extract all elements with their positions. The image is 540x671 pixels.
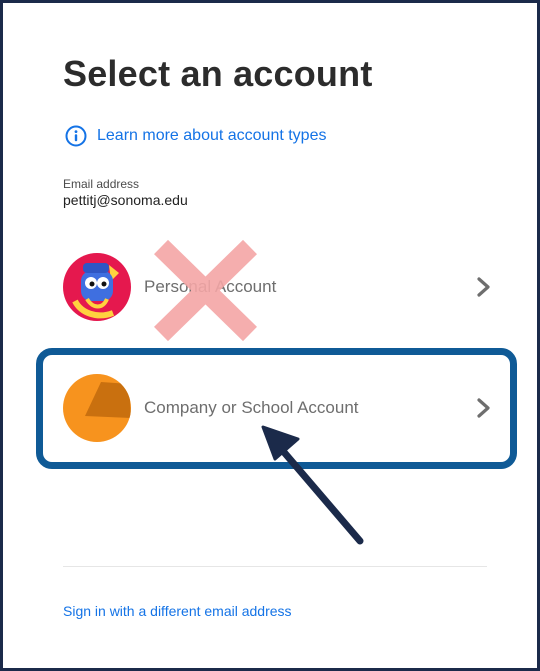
learn-more-link[interactable]: Learn more about account types [65,125,326,147]
chevron-right-icon [477,277,490,297]
cartoon-avatar-icon [63,253,131,321]
divider [63,566,487,567]
org-avatar-icon [63,374,131,442]
dialog-frame: Select an account Learn more about accou… [0,0,540,671]
learn-more-text: Learn more about account types [97,127,327,144]
personal-avatar [63,253,131,321]
email-value: pettitj@sonoma.edu [63,192,188,208]
company-school-account-option[interactable]: Company or School Account [63,373,493,443]
info-circle-icon [65,125,87,147]
personal-account-option[interactable]: Personal Account [63,252,493,322]
different-email-link[interactable]: Sign in with a different email address [63,603,292,619]
email-label: Email address [63,177,140,191]
chevron-right-icon [477,398,490,418]
org-avatar [63,374,131,442]
page-title: Select an account [63,53,373,94]
personal-account-label: Personal Account [144,277,277,296]
company-account-label: Company or School Account [144,398,359,417]
